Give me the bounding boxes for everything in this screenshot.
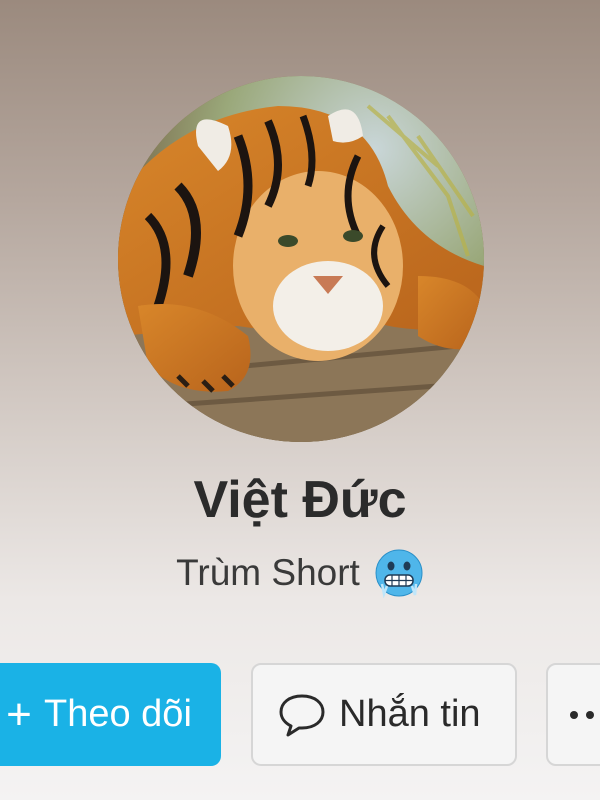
avatar[interactable] xyxy=(118,76,484,442)
message-button[interactable]: Nhắn tin xyxy=(251,663,517,766)
more-options-button[interactable] xyxy=(546,663,600,766)
bio-text: Trùm Short xyxy=(176,552,360,593)
more-dots-icon xyxy=(570,710,594,719)
bio: Trùm Short xyxy=(0,545,600,601)
cold-face-emoji-icon xyxy=(374,548,424,599)
chat-bubble-icon xyxy=(277,692,327,738)
tiger-avatar-image xyxy=(118,76,484,442)
message-label: Nhắn tin xyxy=(339,693,481,735)
plus-icon: + xyxy=(6,689,32,739)
follow-label: Theo dõi xyxy=(44,693,192,735)
profile-header: Việt Đức Trùm Short + Theo dõi Nhắn tin xyxy=(0,0,600,800)
follow-button[interactable]: + Theo dõi xyxy=(0,663,221,766)
display-name: Việt Đức xyxy=(193,471,407,529)
